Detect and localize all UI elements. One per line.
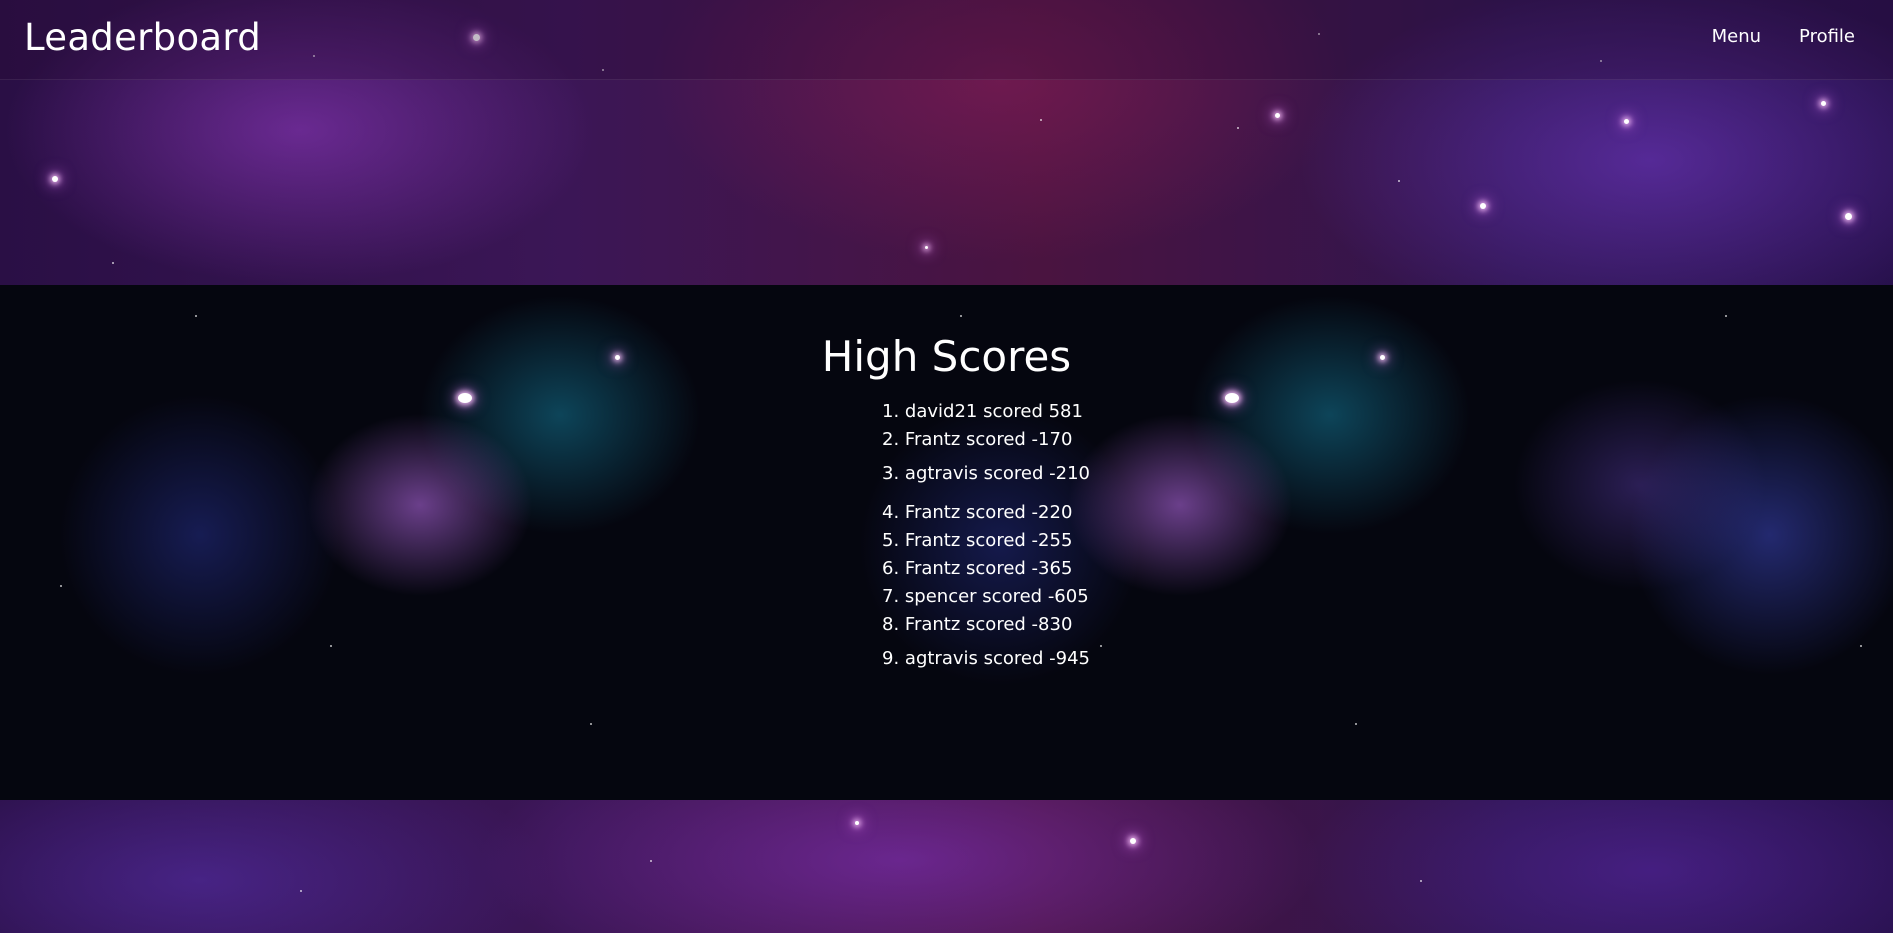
star-dot [1237, 127, 1239, 129]
star-icon [52, 176, 58, 182]
star-icon [458, 393, 472, 403]
star-dot [60, 585, 62, 587]
score-text: agtravis scored -945 [904, 648, 1090, 669]
star-icon [925, 246, 928, 249]
score-item-3: 3. agtravis scored -210 [882, 462, 1090, 486]
score-rank: 6. [882, 558, 900, 579]
score-item-7: 7. spencer scored -605 [882, 585, 1089, 609]
nav-link-profile[interactable]: Profile [1799, 26, 1855, 47]
score-rank: 4. [882, 502, 900, 523]
score-rank: 8. [882, 614, 900, 635]
star-dot [1040, 119, 1042, 121]
score-text: Frantz scored -255 [904, 530, 1073, 551]
star-icon [1845, 213, 1852, 220]
score-text: agtravis scored -210 [904, 463, 1090, 484]
score-item-2: 2. Frantz scored -170 [882, 428, 1072, 452]
score-rank: 5. [882, 530, 900, 551]
score-rank: 2. [882, 429, 900, 450]
score-text: Frantz scored -365 [904, 558, 1073, 579]
star-icon [1130, 838, 1136, 844]
nav-links: Menu Profile [1712, 26, 1855, 47]
star-dot [650, 860, 652, 862]
star-dot [960, 315, 962, 317]
top-navbar: Leaderboard Menu Profile [0, 0, 1893, 80]
star-dot [112, 262, 114, 264]
score-rank: 3. [882, 463, 900, 484]
score-text: Frantz scored -170 [904, 429, 1073, 450]
star-dot [1398, 180, 1400, 182]
score-text: Frantz scored -830 [904, 614, 1073, 635]
score-item-1: 1. david21 scored 581 [882, 400, 1083, 424]
star-dot [1100, 645, 1102, 647]
star-icon [1275, 113, 1280, 118]
star-dot [330, 645, 332, 647]
star-dot [1725, 315, 1727, 317]
star-icon [1624, 119, 1629, 124]
leaderboard-panel: High Scores 1. david21 scored 581 2. Fra… [0, 285, 1893, 800]
brand-title[interactable]: Leaderboard [24, 16, 261, 59]
star-icon [855, 821, 859, 825]
score-text: david21 scored 581 [904, 401, 1083, 422]
score-text: Frantz scored -220 [904, 502, 1073, 523]
star-dot [1860, 645, 1862, 647]
score-item-8: 8. Frantz scored -830 [882, 613, 1072, 637]
nav-link-menu[interactable]: Menu [1712, 26, 1761, 47]
score-item-9: 9. agtravis scored -945 [882, 647, 1090, 671]
star-dot [590, 723, 592, 725]
star-icon [1480, 203, 1486, 209]
star-dot [300, 890, 302, 892]
score-item-5: 5. Frantz scored -255 [882, 529, 1072, 553]
star-dot [1355, 723, 1357, 725]
star-dot [195, 315, 197, 317]
high-scores-title: High Scores [821, 332, 1072, 381]
score-item-6: 6. Frantz scored -365 [882, 557, 1072, 581]
score-rank: 9. [882, 648, 900, 669]
star-dot [1420, 880, 1422, 882]
star-icon [1821, 101, 1826, 106]
score-item-4: 4. Frantz scored -220 [882, 501, 1072, 525]
score-text: spencer scored -605 [904, 586, 1089, 607]
score-rank: 7. [882, 586, 900, 607]
star-icon [1225, 393, 1239, 403]
score-rank: 1. [882, 401, 900, 422]
